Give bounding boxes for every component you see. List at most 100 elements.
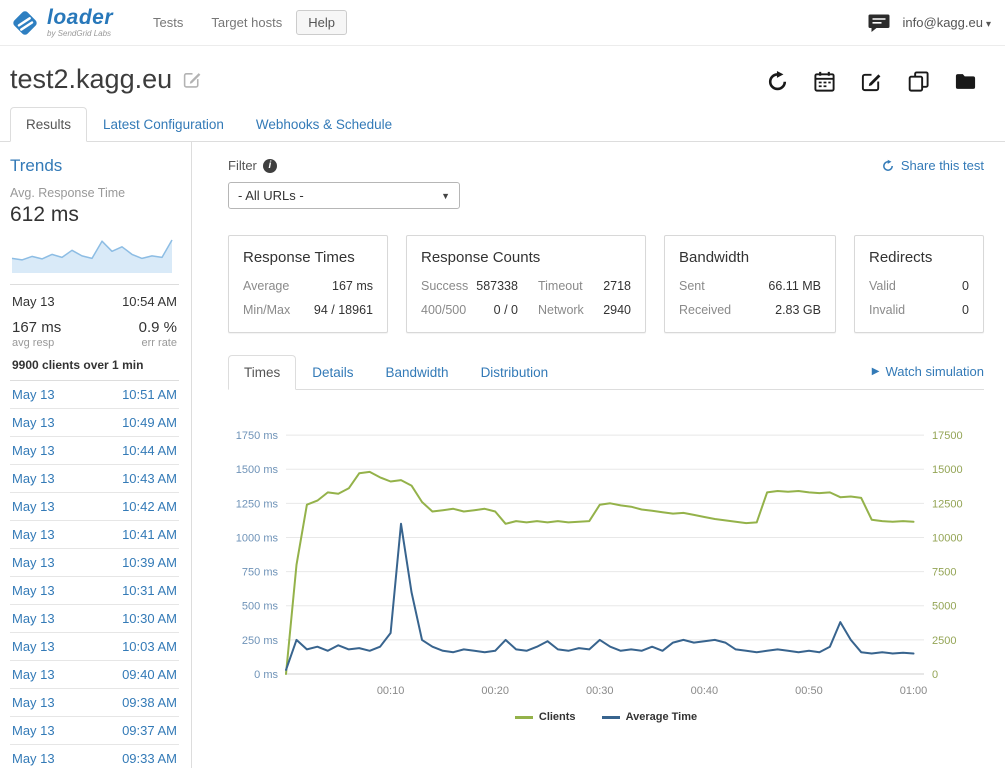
run-time: 10:51 AM (122, 387, 177, 402)
account-menu[interactable]: info@kagg.eu▾ (903, 15, 991, 30)
test-run-item[interactable]: May 1310:31 AM (10, 577, 179, 605)
svg-text:0: 0 (932, 669, 938, 681)
rename-test-icon[interactable] (182, 69, 203, 90)
filter-label: Filter (228, 158, 257, 173)
url-filter-select[interactable]: - All URLs - ▼ (228, 182, 460, 209)
svg-text:1250 ms: 1250 ms (236, 498, 279, 510)
reload-icon[interactable] (766, 70, 789, 93)
legend-item-average-time: Average Time (602, 711, 698, 723)
avg-response-label: Avg. Response Time (10, 186, 179, 200)
share-test-link[interactable]: Share this test (881, 158, 984, 173)
chart-tab-times[interactable]: Times (228, 355, 296, 390)
stat-value: 0 (962, 303, 969, 317)
play-icon: ▶ (872, 366, 880, 377)
chart-tab-distribution[interactable]: Distribution (465, 355, 565, 390)
avg-response-value: 612 ms (10, 203, 179, 227)
chevron-down-icon: ▾ (986, 19, 991, 30)
card-column: Success587338400/5000 / 0 (421, 279, 518, 317)
card-columns: Success587338400/5000 / 0 Timeout2718 Netw… (421, 279, 631, 317)
tab-latest-configuration[interactable]: Latest Configuration (87, 107, 240, 142)
run-time: 10:30 AM (122, 611, 177, 626)
svg-text:15000: 15000 (932, 464, 963, 476)
selected-run-summary: 9900 clients over 1 min (12, 358, 177, 372)
stat-value: 167 ms (332, 279, 373, 293)
test-run-item[interactable]: May 1310:43 AM (10, 465, 179, 493)
stat-card-redirects: RedirectsValid0Invalid0 (854, 235, 984, 333)
brand[interactable]: loader by SendGrid Labs (10, 7, 113, 38)
selected-run[interactable]: May 13 10:54 AM 167 ms 0.9 % avg resp er… (10, 284, 179, 380)
card-column: Timeout2718 Network2940 (538, 279, 631, 317)
test-run-item[interactable]: May 1310:03 AM (10, 633, 179, 661)
loader-logo-icon (10, 8, 40, 38)
test-run-item[interactable]: May 1309:33 AM (10, 745, 179, 768)
folder-icon[interactable] (954, 70, 977, 93)
stat-row: Timeout2718 (538, 279, 631, 293)
stat-row: Sent66.11 MB (679, 279, 821, 293)
trends-sidebar: Trends Avg. Response Time 612 ms May 13 … (0, 142, 192, 768)
tab-results[interactable]: Results (10, 107, 87, 142)
svg-text:00:30: 00:30 (586, 685, 614, 697)
page-title: test2.kagg.eu (10, 64, 172, 95)
run-time: 10:39 AM (122, 555, 177, 570)
stat-row: Min/Max94 / 18961 (243, 303, 373, 317)
stat-label: Received (679, 303, 731, 317)
test-run-item[interactable]: May 1310:49 AM (10, 409, 179, 437)
test-run-item[interactable]: May 1309:40 AM (10, 661, 179, 689)
run-time: 09:37 AM (122, 723, 177, 738)
test-run-item[interactable]: May 1309:37 AM (10, 717, 179, 745)
run-date: May 13 (12, 499, 55, 514)
test-run-item[interactable]: May 1309:38 AM (10, 689, 179, 717)
test-run-item[interactable]: May 1310:41 AM (10, 521, 179, 549)
card-column: Valid0Invalid0 (869, 279, 969, 317)
calendar-icon[interactable] (813, 70, 836, 93)
stat-label: Valid (869, 279, 896, 293)
stat-value: 0 (962, 279, 969, 293)
run-time: 10:31 AM (122, 583, 177, 598)
select-caret-icon: ▼ (441, 191, 450, 201)
run-date: May 13 (12, 555, 55, 570)
selected-run-time: 10:54 AM (122, 294, 177, 309)
chart-tab-bandwidth[interactable]: Bandwidth (370, 355, 465, 390)
chart-tabs: TimesDetailsBandwidthDistribution ▶ Watch … (228, 355, 984, 390)
feedback-bubble-icon[interactable] (867, 11, 891, 35)
nav-link-target-hosts[interactable]: Target hosts (211, 15, 282, 30)
test-run-item[interactable]: May 13 10:39 AM (10, 549, 179, 577)
stat-label: Network (538, 303, 584, 317)
url-filter-value: - All URLs - (238, 188, 304, 203)
svg-text:12500: 12500 (932, 498, 963, 510)
nav-link-tests[interactable]: Tests (153, 15, 183, 30)
svg-text:2500: 2500 (932, 635, 956, 647)
run-time: 09:38 AM (122, 695, 177, 710)
tab-webhooks-schedule[interactable]: Webhooks & Schedule (240, 107, 408, 142)
info-icon[interactable]: i (263, 159, 277, 173)
stat-card-response-times: Response TimesAverage167 msMin/Max94 / 1… (228, 235, 388, 333)
svg-text:1500 ms: 1500 ms (236, 464, 279, 476)
series-clients (286, 472, 914, 674)
svg-text:17500: 17500 (932, 430, 963, 442)
run-date: May 13 (12, 527, 55, 542)
card-title: Redirects (869, 249, 969, 266)
results-chart: 0 ms250 ms500 ms750 ms1000 ms1250 ms1500… (228, 406, 978, 706)
stat-label: 400/500 (421, 303, 466, 317)
test-run-item[interactable]: May 1310:30 AM (10, 605, 179, 633)
watch-simulation-link[interactable]: ▶ Watch simulation (872, 364, 984, 389)
svg-text:10000: 10000 (932, 532, 963, 544)
stat-card-response-counts: Response CountsSuccess587338400/5000 / 0… (406, 235, 646, 333)
help-button[interactable]: Help (296, 10, 347, 35)
test-run-item[interactable]: May 1310:51 AM (10, 381, 179, 409)
card-columns: Average167 msMin/Max94 / 18961 (243, 279, 373, 317)
test-run-item[interactable]: May 1310:44 AM (10, 437, 179, 465)
stat-label: Min/Max (243, 303, 290, 317)
test-run-item[interactable]: May 1310:42 AM (10, 493, 179, 521)
copy-icon[interactable] (907, 70, 930, 93)
trends-title: Trends (10, 156, 179, 176)
run-date: May 13 (12, 639, 55, 654)
edit-icon[interactable] (860, 70, 883, 93)
run-date: May 13 (12, 471, 55, 486)
stat-row: Network2940 (538, 303, 631, 317)
svg-text:00:10: 00:10 (377, 685, 405, 697)
brand-name: loader (47, 7, 113, 28)
results-main: Filter i Share this test - All URLs - ▼ … (192, 142, 1005, 768)
watch-simulation-label: Watch simulation (886, 364, 985, 379)
chart-tab-details[interactable]: Details (296, 355, 369, 390)
